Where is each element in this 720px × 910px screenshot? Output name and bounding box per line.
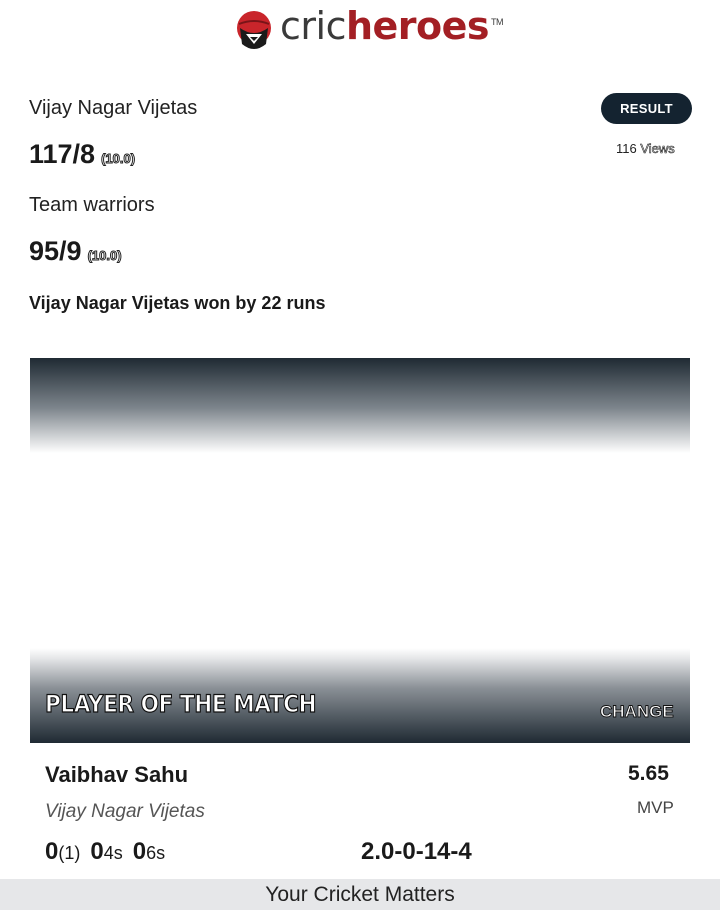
team1-score: 117/8	[29, 139, 96, 169]
status-badge[interactable]: RESULT	[601, 93, 692, 124]
change-button[interactable]: CHANGE	[600, 702, 675, 722]
batting-balls: (1)	[58, 843, 81, 863]
batting-fours-label: 4s	[103, 843, 123, 863]
mvp-score: 5.65	[628, 762, 669, 785]
team1-score-row: 117/8 (10.0)	[29, 139, 136, 170]
batting-sixes-label: 6s	[146, 843, 166, 863]
team2-overs: (10.0)	[87, 248, 122, 264]
player-name[interactable]: Vaibhav Sahu	[45, 762, 188, 788]
team2-score: 95/9	[29, 236, 82, 266]
batting-runs: 0	[45, 838, 59, 865]
batting-stats: 0(1) 04s 06s	[45, 838, 175, 866]
match-result-text: Vijay Nagar Vijetas won by 22 runs	[29, 293, 326, 313]
team2-score-row: 95/9 (10.0)	[29, 236, 122, 267]
player-of-match-title: PLAYER OF THE MATCH	[44, 689, 317, 718]
mvp-label: MVP	[637, 798, 674, 817]
footer-tagline: Your Cricket Matters	[0, 879, 720, 910]
cricket-ball-helmet-icon	[237, 11, 271, 49]
views-number: 116	[616, 141, 637, 156]
bowling-figures: 2.0-0-14-4	[361, 838, 472, 865]
player-of-match-banner	[30, 358, 690, 743]
views-count: 116 Views	[616, 141, 675, 157]
player-team: Vijay Nagar Vijetas	[45, 801, 205, 822]
batting-fours: 0	[90, 838, 104, 865]
team1-name: Vijay Nagar Vijetas	[29, 97, 198, 119]
logo-wordmark: cricheroes TM	[280, 4, 504, 48]
app-logo: cricheroes TM	[236, 4, 504, 54]
batting-sixes: 0	[132, 838, 147, 865]
team1-overs: (10.0)	[101, 151, 136, 167]
team2-name: Team warriors	[29, 194, 155, 216]
views-label: Views	[640, 141, 675, 157]
